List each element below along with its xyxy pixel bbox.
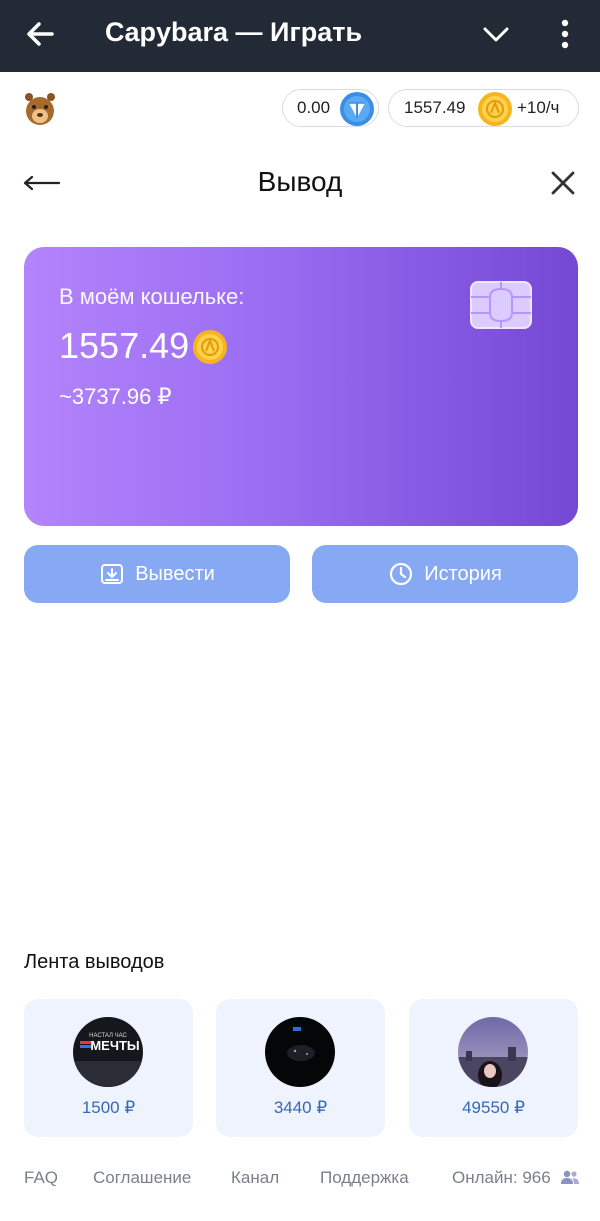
feed-amount: 1500 ₽ [81,1098,136,1117]
footer-link-agreement[interactable]: Соглашение [93,1168,191,1188]
coin-balance-value: 1557.49 [404,98,466,117]
people-icon [561,1170,579,1184]
capybara-logo-icon [25,93,55,125]
online-count: Онлайн: 966 [452,1168,551,1187]
coin-balance[interactable]: 1557.49 +10/ч [388,89,579,127]
wallet-label: В моём кошельке: [59,284,245,309]
close-icon[interactable] [548,168,578,198]
feed-title: Лента выводов [24,951,165,973]
clock-history-icon [390,562,413,586]
feed-item[interactable]: 49550 ₽ [409,999,578,1137]
withdraw-button[interactable]: Вывести [24,545,290,603]
gold-coin-icon [193,330,227,364]
back-arrow-icon[interactable] [20,14,60,54]
avatar [458,1017,528,1087]
wallet-card: В моём кошельке: 1557.49 ~3737.96 ₽ [24,247,578,526]
avatar [265,1017,335,1087]
chevron-down-icon[interactable] [478,16,514,52]
withdraw-button-label: Вывести [135,562,215,585]
card-chip-icon [470,281,532,329]
wallet-rub-equivalent: ~3737.96 ₽ [59,384,172,409]
history-button-label: История [424,562,502,585]
footer-link-channel[interactable]: Канал [231,1168,279,1188]
withdraw-icon [101,564,124,584]
footer-link-support[interactable]: Поддержка [320,1168,409,1188]
app-title: Capybara — Играть [105,17,363,47]
feed-amount: 3440 ₽ [273,1098,328,1117]
feed-amount: 49550 ₽ [462,1098,525,1117]
coin-rate: +10/ч [517,98,560,117]
wallet-amount: 1557.49 [59,325,190,366]
page-title: Вывод [257,166,343,197]
history-button[interactable]: История [312,545,578,603]
svg-text:МЕЧТЫ: МЕЧТЫ [90,1038,139,1053]
feed-item[interactable]: 3440 ₽ [216,999,385,1137]
app-bar: Capybara — Играть [0,0,600,72]
gold-coin-icon [478,92,512,126]
footer-link-faq[interactable]: FAQ [24,1168,58,1188]
ton-balance[interactable]: 0.00 [282,89,379,127]
ton-diamond-icon [340,92,374,126]
feed-item[interactable]: НАСТАЛ ЧАС МЕЧТЫ 1500 ₽ [24,999,193,1137]
avatar: НАСТАЛ ЧАС МЕЧТЫ [73,1017,143,1087]
ton-balance-value: 0.00 [297,98,331,117]
more-vertical-icon[interactable] [552,14,578,54]
